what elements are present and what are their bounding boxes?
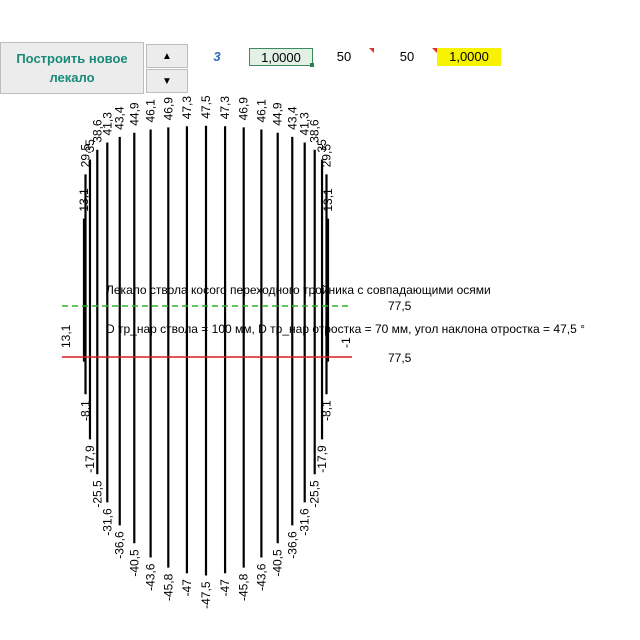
green-line-label: 77,5 [388, 299, 412, 313]
bottom-value-label: -40,5 [271, 549, 285, 577]
bottom-value-label: -43,6 [254, 563, 268, 591]
top-value-label: 46,9 [161, 97, 175, 121]
bottom-value-label: -25,5 [90, 480, 104, 508]
bottom-value-label: -45,8 [161, 573, 175, 601]
top-value-label: 29,5 [319, 144, 333, 168]
top-value-label: 44,9 [271, 102, 285, 126]
top-value-label: 47,5 [199, 95, 213, 119]
red-line-label: 77,5 [388, 351, 412, 365]
bottom-value-label: -17,9 [315, 445, 329, 473]
drawing-caption-title: Лекало ствола косого переходного тройник… [106, 283, 491, 297]
bottom-value-label: -40,5 [127, 549, 141, 577]
mid-right-label: -1 [339, 337, 353, 348]
top-value-label: 44,9 [127, 102, 141, 126]
top-value-label: 47,3 [218, 96, 232, 120]
bottom-value-label: -8,1 [319, 400, 333, 421]
bottom-value-label: -47,5 [199, 581, 213, 609]
bottom-value-label: -8,1 [79, 400, 93, 421]
bottom-value-label: -31,6 [298, 508, 312, 536]
drawing-caption-params: D тр_нар ствола = 100 мм, D тр_нар отрос… [106, 322, 585, 336]
top-value-label: 46,9 [237, 97, 251, 121]
bottom-value-label: -47 [218, 579, 232, 597]
top-value-label: 47,3 [180, 96, 194, 120]
template-drawing: 13,129,53538,641,343,4 44,9 46,1 46,9 47,3 47… [59, 95, 353, 609]
mid-left-label: 13,1 [59, 324, 73, 348]
top-value-label: 46,1 [254, 99, 268, 123]
top-value-label: 13,1 [321, 188, 335, 212]
bottom-value-label: -36,6 [113, 531, 127, 559]
bottom-value-label: -45,8 [237, 573, 251, 601]
bottom-value-label: -17,9 [83, 445, 97, 473]
bottom-value-label: -25,5 [308, 480, 322, 508]
bottom-value-label: -47 [180, 579, 194, 597]
top-value-label: 13,1 [77, 188, 91, 212]
bottom-value-label: -43,6 [144, 563, 158, 591]
top-value-label: 43,4 [113, 106, 127, 130]
top-value-label: 46,1 [144, 99, 158, 123]
